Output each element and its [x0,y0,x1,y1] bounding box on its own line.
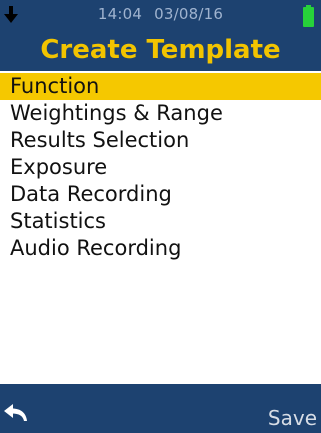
back-arrow-icon[interactable] [4,404,30,424]
menu-item-audio-recording[interactable]: Audio Recording [0,235,321,262]
menu-item-statistics[interactable]: Statistics [0,208,321,235]
status-date: 03/08/16 [154,5,224,23]
menu-item-weightings-range[interactable]: Weightings & Range [0,100,321,127]
status-time: 14:04 [97,5,143,23]
menu-item-exposure[interactable]: Exposure [0,154,321,181]
status-datetime: 14:04 03/08/16 [0,4,321,24]
menu-item-results-selection[interactable]: Results Selection [0,127,321,154]
page-title: Create Template [40,35,281,65]
menu-item-data-recording[interactable]: Data Recording [0,181,321,208]
footer: Save [0,384,321,433]
save-button[interactable]: Save [268,406,317,430]
menu-item-function[interactable]: Function [0,73,321,100]
battery-icon [303,5,314,27]
header: 14:04 03/08/16 Create Template [0,0,321,71]
status-bar: 14:04 03/08/16 [0,0,321,30]
screen: 14:04 03/08/16 Create Template Function W… [0,0,321,433]
menu-list: Function Weightings & Range Results Sele… [0,73,321,262]
